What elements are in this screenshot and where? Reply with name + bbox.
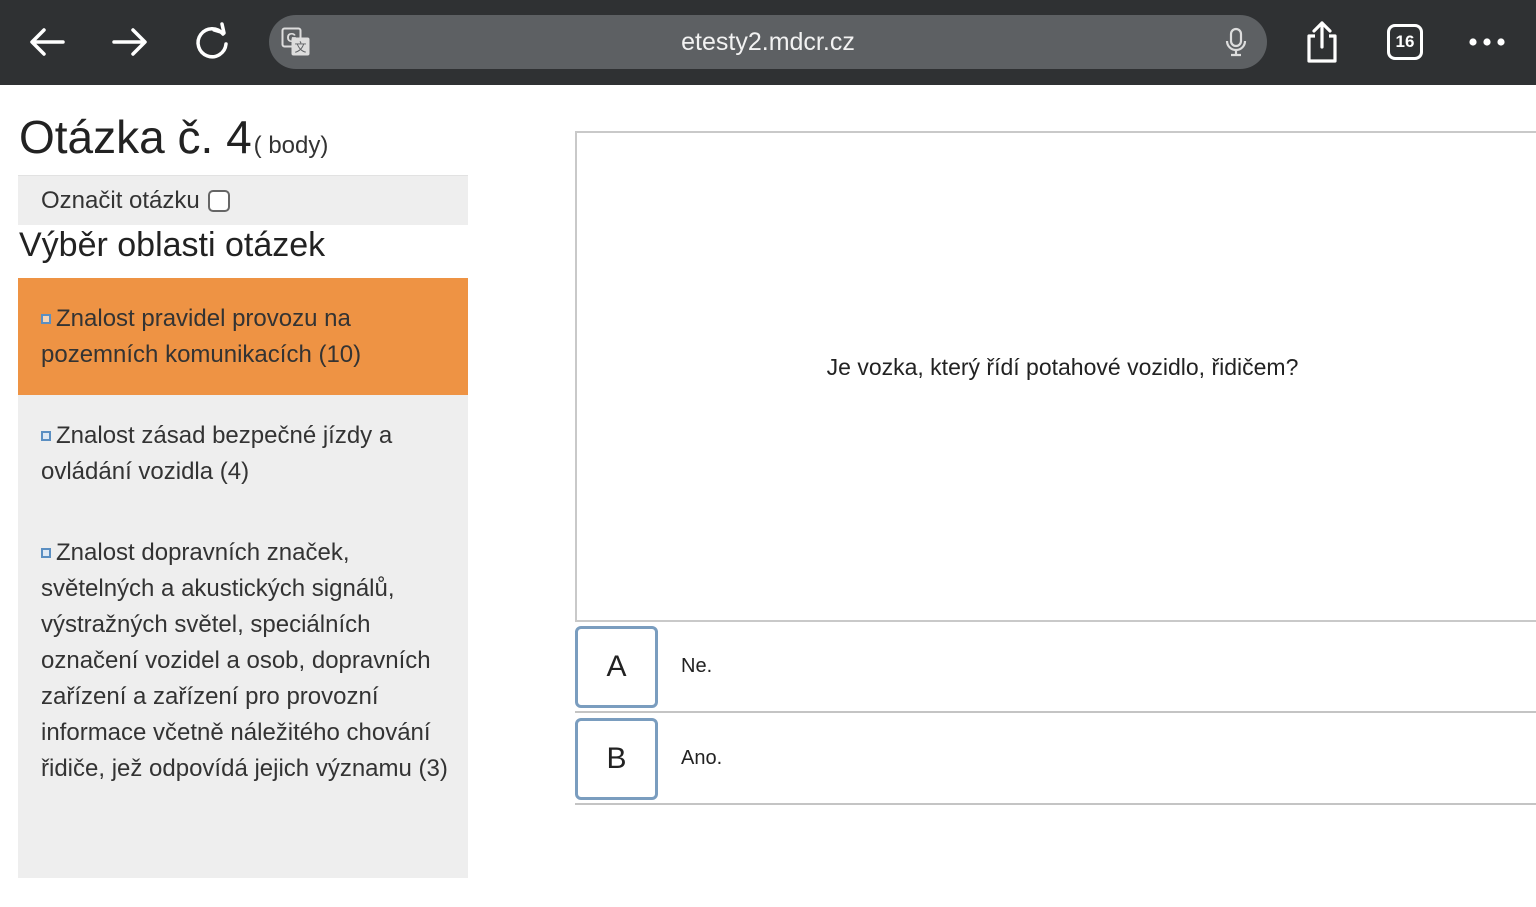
- tab-count: 16: [1395, 32, 1415, 51]
- forward-button[interactable]: [102, 14, 158, 70]
- section-heading: Výběr oblasti otázek: [19, 226, 326, 264]
- tabs-icon: 16: [1387, 24, 1423, 60]
- microphone-icon[interactable]: [1221, 27, 1251, 57]
- arrow-right-icon: [110, 26, 150, 58]
- answer-letter-a[interactable]: A: [575, 626, 658, 708]
- reload-button[interactable]: [184, 14, 240, 70]
- topic-item-traffic-rules[interactable]: Znalost pravidel provozu na pozemních ko…: [18, 278, 468, 395]
- browser-toolbar: etesty2.mdcr.cz G文 16: [0, 0, 1536, 85]
- back-button[interactable]: [19, 14, 75, 70]
- bullet-icon: [41, 314, 51, 324]
- share-button[interactable]: [1294, 14, 1350, 70]
- answer-text-a: Ne.: [681, 655, 713, 677]
- question-number: Otázka č. 4: [19, 111, 252, 163]
- bullet-icon: [41, 431, 51, 441]
- question-text: Je vozka, který řídí potahové vozidlo, ř…: [826, 353, 1299, 380]
- answer-text-b: Ano.: [681, 747, 723, 769]
- translate-icon[interactable]: G文: [281, 27, 311, 57]
- question-box: Je vozka, který řídí potahové vozidlo, ř…: [575, 131, 1536, 622]
- topic-list: Znalost pravidel provozu na pozemních ko…: [18, 278, 468, 878]
- topic-item-traffic-signs[interactable]: Znalost dopravních značek, světelných a …: [18, 512, 468, 812]
- more-button[interactable]: [1459, 14, 1515, 70]
- question-title: Otázka č. 4( body): [19, 110, 328, 164]
- svg-text:文: 文: [294, 40, 306, 55]
- address-bar[interactable]: etesty2.mdcr.cz G文: [269, 15, 1267, 69]
- answer-option-b[interactable]: B Ano.: [575, 714, 1536, 805]
- mark-question[interactable]: Označit otázku: [18, 175, 468, 225]
- mark-question-label: Označit otázku: [41, 186, 200, 214]
- answer-option-a[interactable]: A Ne.: [575, 622, 1536, 713]
- reload-icon: [192, 22, 232, 62]
- topic-label: Znalost dopravních značek, světelných a …: [41, 539, 448, 782]
- tabs-button[interactable]: 16: [1377, 14, 1433, 70]
- question-points: ( body): [253, 132, 329, 159]
- topic-label: Znalost zásad bezpečné jízdy a ovládání …: [41, 422, 393, 485]
- bullet-icon: [41, 548, 51, 558]
- mark-question-checkbox[interactable]: [207, 189, 230, 212]
- topic-item-safe-driving[interactable]: Znalost zásad bezpečné jízdy a ovládání …: [18, 395, 468, 512]
- share-icon: [1304, 20, 1340, 64]
- answer-letter-b[interactable]: B: [575, 718, 658, 800]
- topic-label: Znalost pravidel provozu na pozemních ko…: [41, 305, 362, 368]
- url-text: etesty2.mdcr.cz: [681, 28, 855, 56]
- arrow-left-icon: [27, 26, 67, 58]
- more-icon: [1468, 37, 1506, 47]
